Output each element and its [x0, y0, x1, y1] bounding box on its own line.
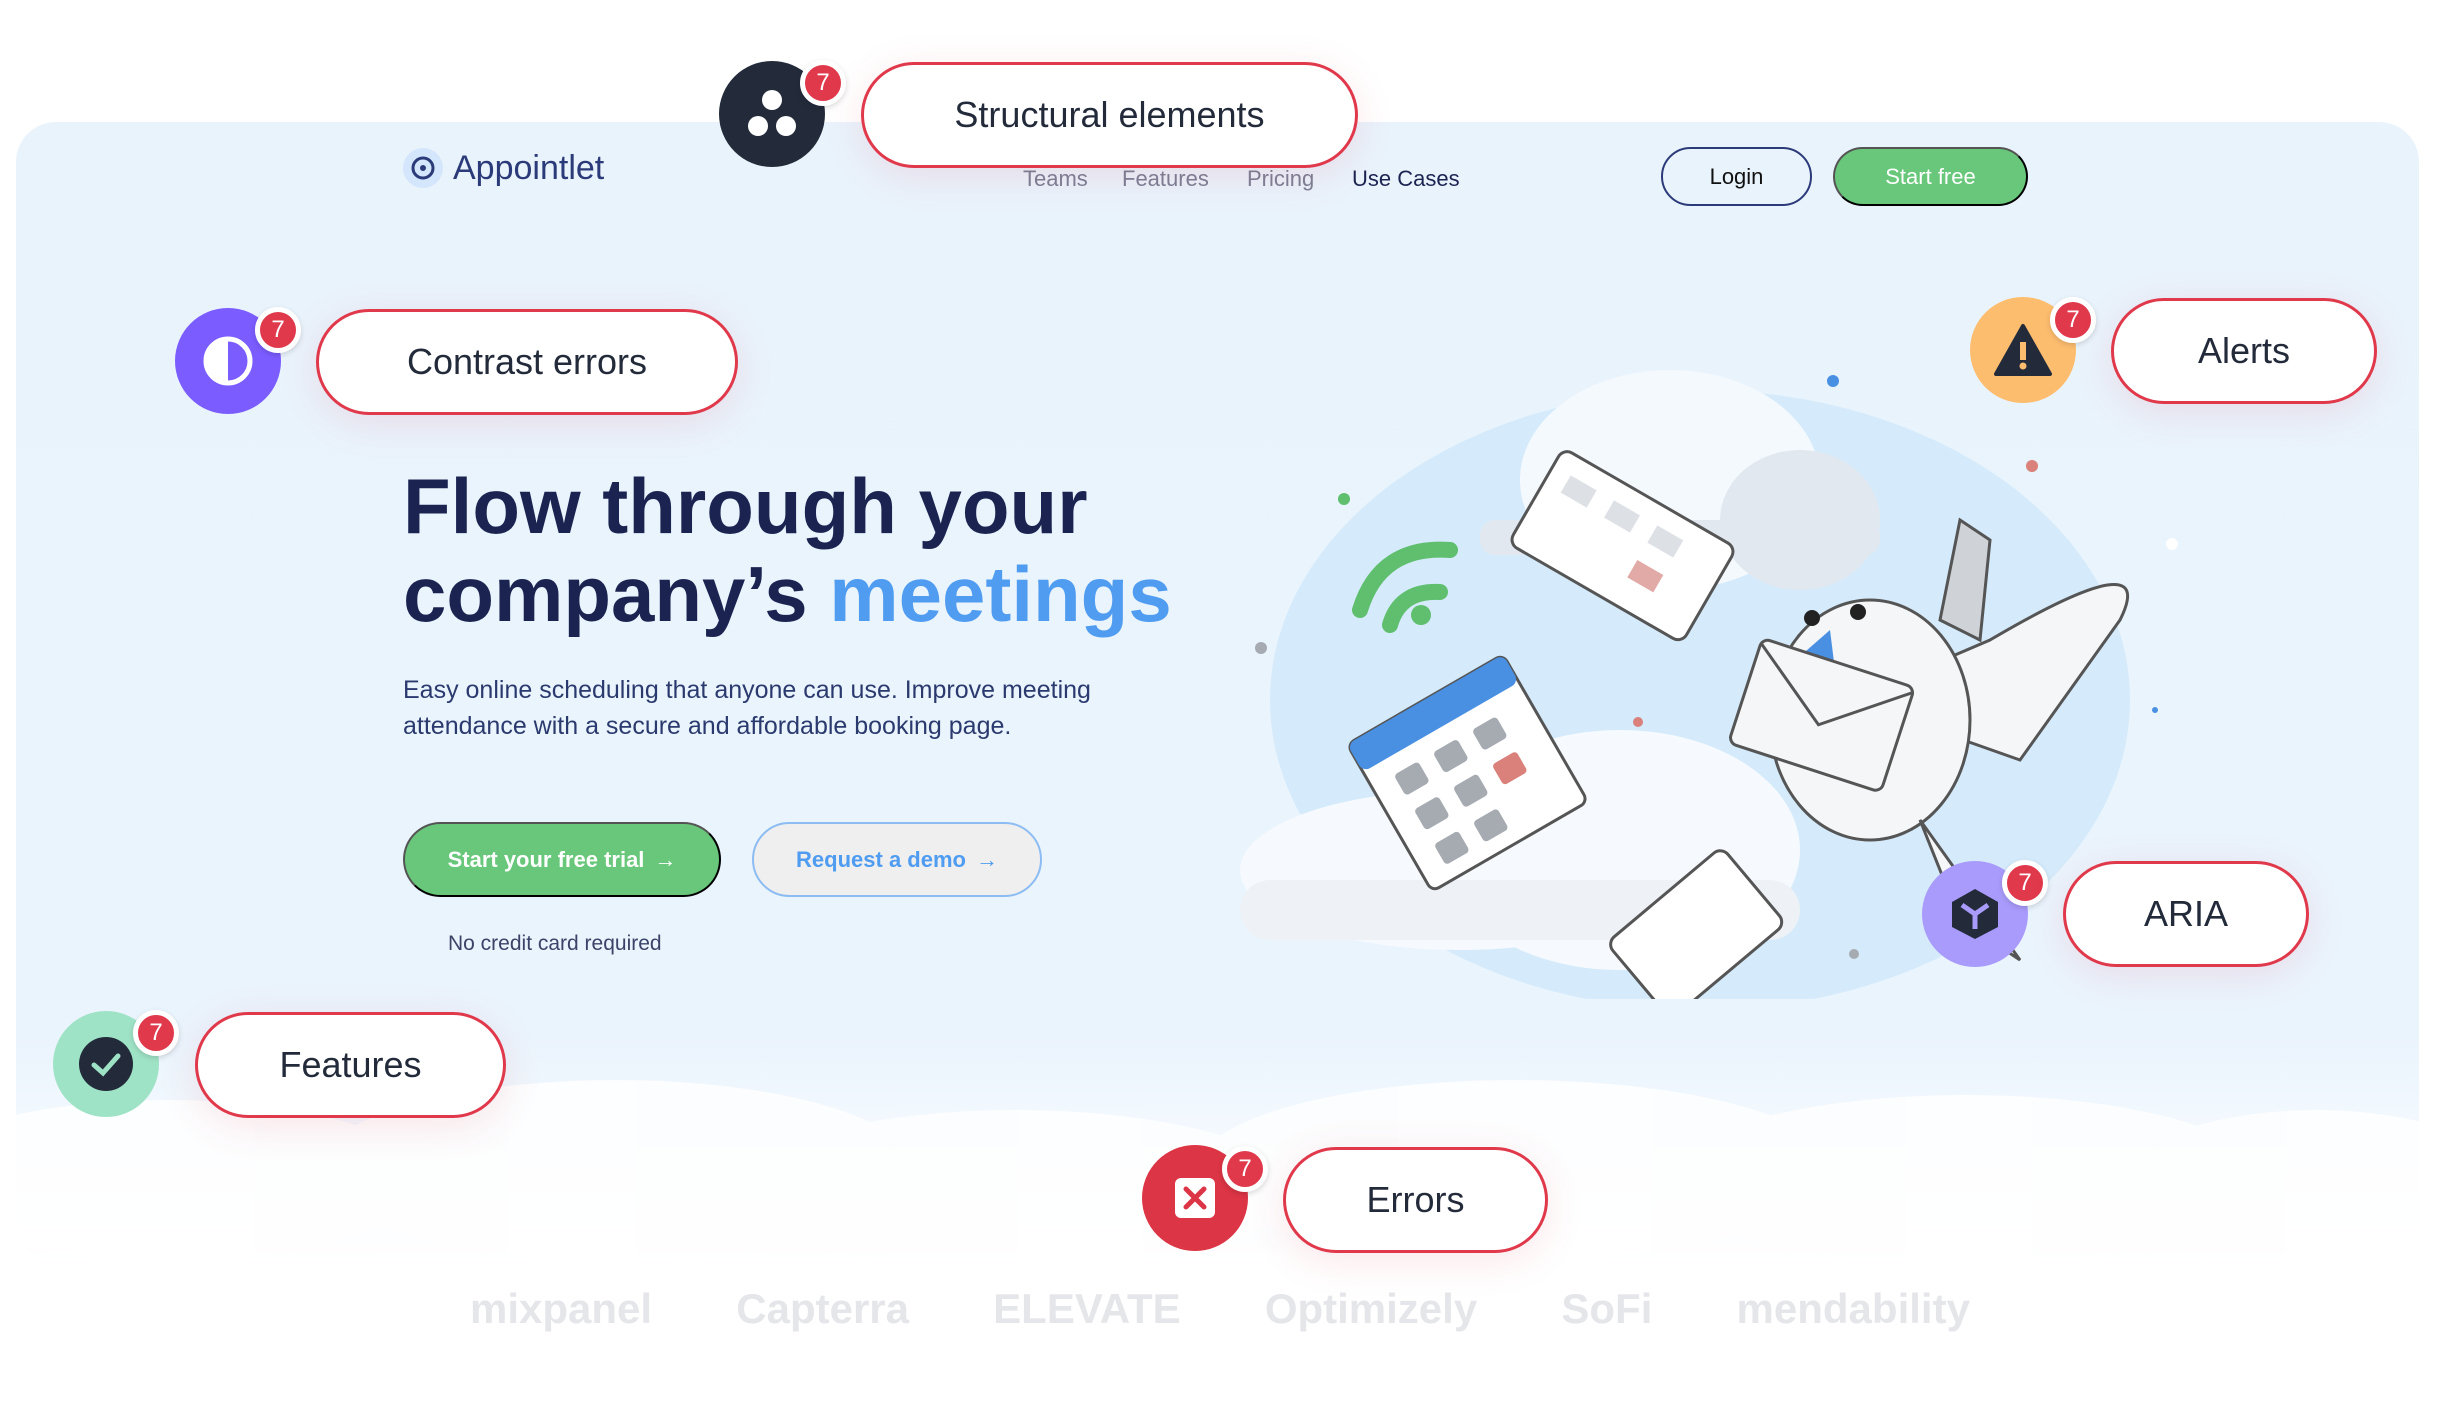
logo-mendability: mendability — [1736, 1285, 1970, 1332]
aria-pill[interactable]: ARIA — [2063, 861, 2309, 967]
no-credit-card-note: No credit card required — [448, 932, 662, 955]
hero-title-prefix: company’s — [403, 550, 830, 638]
hero-title: Flow through your company’s meetings — [403, 462, 1172, 638]
hero-title-highlight: meetings — [829, 550, 1172, 638]
hero-title-line1: Flow through your — [403, 462, 1088, 550]
count-badge: 7 — [1222, 1146, 1268, 1192]
arrow-right-icon: → — [654, 846, 677, 872]
hero-subtitle: Easy online scheduling that anyone can u… — [403, 676, 1091, 740]
count-badge: 7 — [2050, 297, 2096, 343]
logo-elevate: ELEVATE — [993, 1285, 1181, 1332]
clock-logo-icon — [403, 148, 443, 188]
nav-teams[interactable]: Teams — [1023, 166, 1088, 192]
count-badge: 7 — [133, 1010, 179, 1056]
request-demo-label: Request a demo — [796, 846, 966, 872]
brand-logo[interactable]: Appointlet — [403, 148, 604, 188]
start-trial-button[interactable]: Start your free trial → — [403, 822, 721, 897]
nav-use-cases[interactable]: Use Cases — [1352, 166, 1460, 192]
count-badge: 7 — [255, 307, 301, 353]
logo-optimizely: Optimizely — [1264, 1285, 1478, 1332]
logo-sofi: SoFi — [1561, 1285, 1653, 1332]
arrow-right-icon: → — [975, 846, 998, 872]
start-free-button[interactable]: Start free — [1833, 147, 2028, 206]
brand-name: Appointlet — [453, 148, 605, 187]
contrast-errors-pill[interactable]: Contrast errors — [316, 309, 738, 415]
hero-title-line2: company’s meetings — [403, 550, 1172, 638]
customer-logos: mixpanel Capterra ELEVATE Optimizely SoF… — [470, 1285, 1970, 1333]
errors-pill[interactable]: Errors — [1283, 1147, 1548, 1253]
alerts-pill[interactable]: Alerts — [2111, 298, 2377, 404]
login-button[interactable]: Login — [1661, 147, 1812, 206]
nav-features[interactable]: Features — [1122, 166, 1209, 192]
request-demo-button[interactable]: Request a demo → — [752, 822, 1042, 897]
start-trial-label: Start your free trial — [447, 846, 645, 872]
logo-mixpanel: mixpanel — [470, 1285, 653, 1332]
logo-capterra: Capterra — [736, 1285, 909, 1332]
structural-elements-pill[interactable]: Structural elements — [861, 62, 1358, 168]
hero-illustration — [1240, 370, 2178, 999]
nav-pricing[interactable]: Pricing — [1247, 166, 1314, 192]
count-badge: 7 — [2002, 860, 2048, 906]
count-badge: 7 — [800, 60, 846, 106]
features-pill[interactable]: Features — [195, 1012, 506, 1118]
